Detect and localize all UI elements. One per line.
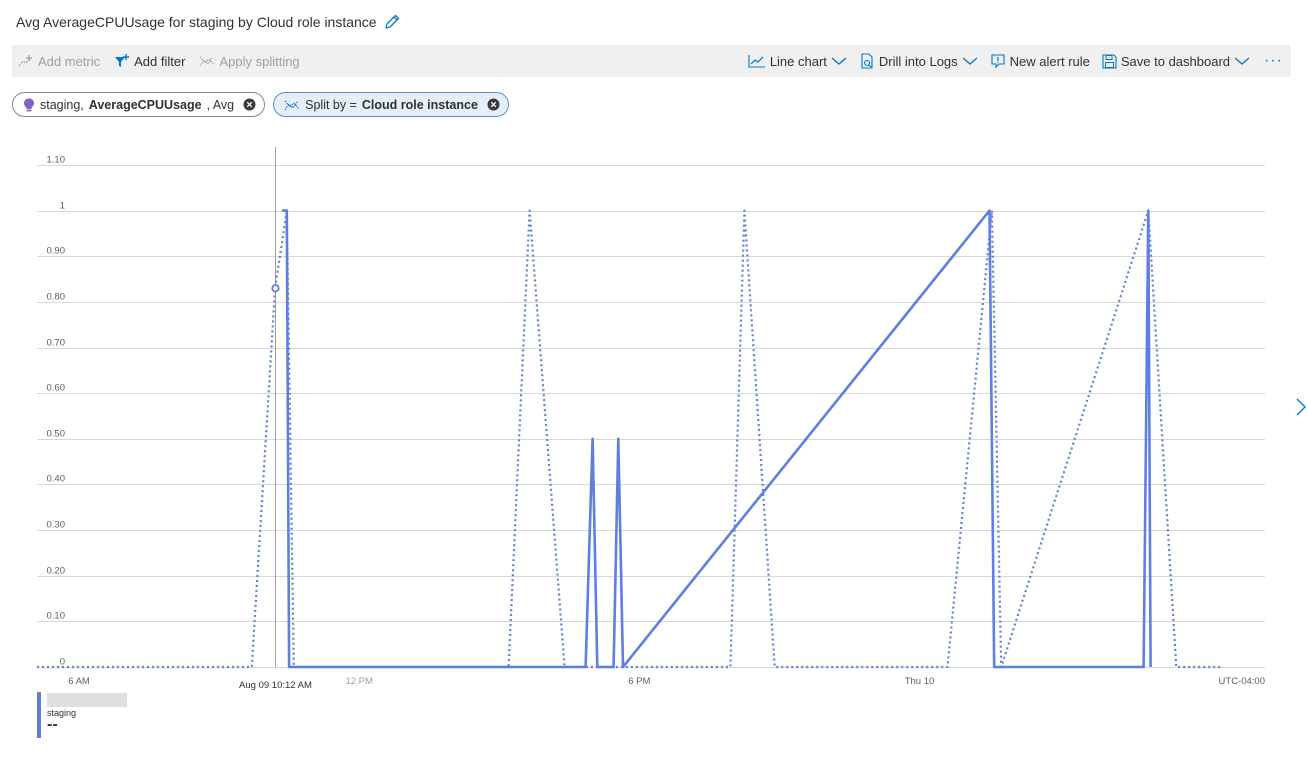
add-filter-button[interactable]: Add filter [108,45,191,77]
line-chart-icon [748,55,765,68]
line-chart-svg[interactable]: 0 0.10 0.20 0.30 0.40 0.50 0.60 0.70 0.80 0.90 1 1.… [0,140,1290,695]
alert-icon [991,54,1005,69]
legend-redacted-label [47,693,127,707]
y-tick-label: 0 [60,657,65,668]
command-toolbar: Add metric Add filter Apply splitting Li… [12,45,1291,77]
add-filter-label: Add filter [134,53,186,69]
apply-splitting-button[interactable]: Apply splitting [193,45,305,77]
y-tick-label: 0.50 [47,429,66,440]
line-chart-label: Line chart [769,53,827,69]
apply-splitting-label: Apply splitting [219,53,300,69]
line-chart-dropdown[interactable]: Line chart [742,45,853,77]
save-to-dashboard-label: Save to dashboard [1120,53,1231,69]
x-tick-label: 6 AM [68,676,90,687]
save-to-dashboard-dropdown[interactable]: Save to dashboard [1096,45,1256,77]
split-pill[interactable]: Split by = Cloud role instance [273,92,509,117]
splitting-icon [284,100,300,110]
y-tick-label: 0.90 [47,246,66,257]
y-tick-label: 0.80 [47,292,66,303]
split-pill-prefix: Split by = [305,97,357,112]
y-tick-label: 0.70 [47,338,66,349]
logs-icon [861,53,873,69]
app-insights-icon [24,98,34,111]
chevron-down-icon [1234,57,1250,65]
series-line-dotted [37,209,1223,669]
add-metric-button[interactable]: Add metric [12,45,106,77]
y-tick-label: 0.60 [47,383,66,394]
cursor-point [271,284,280,293]
legend-entry: staging -- [41,692,127,738]
pencil-icon[interactable] [383,13,401,31]
add-metric-label: Add metric [38,53,101,69]
metric-pill-name: AverageCPUUsage [88,97,202,112]
more-options-button[interactable]: ··· [1256,45,1291,77]
drill-into-logs-dropdown[interactable]: Drill into Logs [853,45,984,77]
metric-pill-resource: staging, [40,97,84,112]
metric-pill[interactable]: staging, AverageCPUUsage , Avg [12,92,266,117]
y-tick-label: 0.10 [47,611,66,622]
y-tick-label: 1 [60,201,65,212]
chevron-down-icon [831,57,847,65]
x-tick-label: UTC-04:00 [1219,676,1265,687]
new-alert-rule-button[interactable]: New alert rule [984,45,1096,77]
chart-title-row: Avg AverageCPUUsage for staging by Cloud… [16,10,401,34]
legend-series-name: staging [47,708,77,718]
chart-legend[interactable]: staging -- [37,692,127,738]
splitting-icon [199,56,215,67]
remove-metric-icon[interactable] [243,98,256,111]
x-tick-label: 12 PM [345,676,373,687]
y-tick-label: 0.20 [47,566,66,577]
split-pill-value: Cloud role instance [361,97,478,112]
y-tick-label: 0.30 [47,520,66,531]
chart-title: Avg AverageCPUUsage for staging by Cloud… [16,14,377,30]
x-tick-label: 6 PM [628,676,650,687]
chevron-down-icon [962,57,978,65]
new-alert-rule-label: New alert rule [1009,53,1090,69]
metric-pills: staging, AverageCPUUsage , Avg Split by =… [12,92,509,117]
add-metric-icon [18,55,32,67]
chart-area[interactable]: 0 0.10 0.20 0.30 0.40 0.50 0.60 0.70 0.80 0.90 1 1.… [0,140,1290,695]
legend-series-value: -- [47,716,58,733]
x-tick-label: Thu 10 [905,676,935,687]
save-icon [1102,53,1117,69]
cursor-time-label: Aug 09 10:12 AM [239,680,312,691]
y-tick-label: 1.10 [47,155,66,166]
drill-into-logs-label: Drill into Logs [878,53,958,69]
y-tick-label: 0.40 [47,474,66,485]
series-line-solid [282,209,1152,669]
metric-pill-aggregation: , Avg [206,97,235,112]
remove-split-icon[interactable] [487,98,500,111]
chevron-right-icon[interactable] [1294,396,1307,418]
filter-icon [115,54,130,67]
